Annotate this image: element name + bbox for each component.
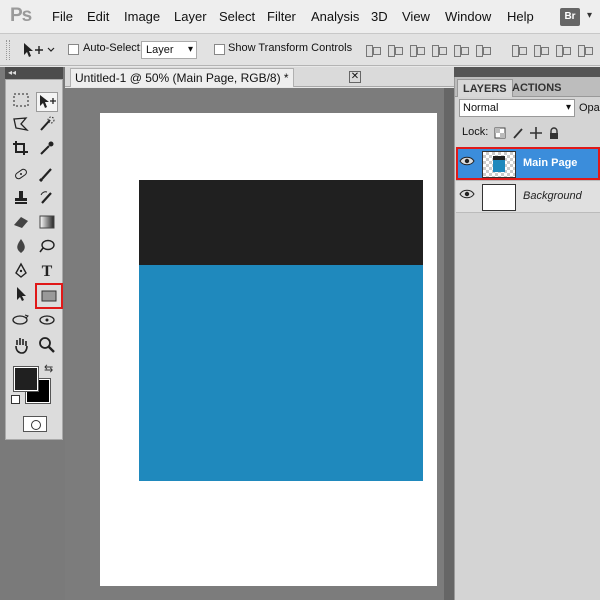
show-transform-label: Show Transform Controls [228, 42, 353, 54]
menu-window[interactable]: Window [445, 9, 491, 24]
opacity-label: Opac [579, 102, 600, 114]
toolbox: T ⇆ [5, 79, 63, 440]
toolbox-collapse-icon[interactable]: ◂◂ [5, 67, 63, 79]
lock-label: Lock: [462, 126, 489, 138]
quick-mask-icon[interactable] [23, 416, 47, 432]
blur-icon[interactable] [10, 238, 32, 258]
document-tab-title: Untitled-1 @ 50% (Main Page, RGB/8) * [75, 71, 289, 85]
chevron-down-icon[interactable]: ▾ [587, 10, 600, 24]
align-bottom-icon[interactable] [408, 42, 426, 58]
lock-all-icon[interactable] [548, 127, 560, 139]
align-top-icon[interactable] [364, 42, 382, 58]
rectangle-tool-highlight [35, 283, 63, 309]
menu-view[interactable]: View [402, 9, 430, 24]
tab-layers[interactable]: LAYERS [457, 79, 513, 97]
path-selection-icon[interactable] [10, 286, 32, 306]
brush-icon[interactable] [36, 166, 58, 186]
menu-help[interactable]: Help [507, 9, 534, 24]
auto-select-label: Auto-Select: [83, 42, 143, 54]
eraser-icon[interactable] [10, 214, 32, 234]
align-icons-group [364, 42, 492, 58]
3d-rotate-icon[interactable] [10, 312, 32, 332]
distribute-left-icon[interactable] [576, 42, 594, 58]
lock-transparent-icon[interactable] [494, 127, 506, 139]
distribute-icons-group [510, 42, 594, 58]
gradient-icon[interactable] [36, 214, 58, 234]
foreground-color-swatch[interactable] [13, 366, 39, 392]
clone-stamp-icon[interactable] [10, 190, 32, 210]
show-transform-checkbox[interactable] [214, 44, 225, 55]
layer-highlight-outline [456, 147, 600, 180]
crop-icon[interactable] [10, 140, 32, 160]
layer-thumbnail [482, 184, 516, 211]
menu-image[interactable]: Image [124, 9, 160, 24]
menu-select[interactable]: Select [219, 9, 255, 24]
menu-edit[interactable]: Edit [87, 9, 109, 24]
bridge-button[interactable]: Br [560, 8, 580, 26]
hand-icon[interactable] [10, 336, 32, 356]
pen-icon[interactable] [10, 262, 32, 282]
dodge-icon[interactable] [36, 238, 58, 258]
align-vcenter-icon[interactable] [386, 42, 404, 58]
menu-layer[interactable]: Layer [174, 9, 207, 24]
distribute-top-icon[interactable] [510, 42, 528, 58]
visibility-eye-icon[interactable] [459, 187, 475, 205]
menu-3d[interactable]: 3D [371, 9, 388, 24]
default-colors-icon[interactable] [11, 395, 20, 404]
zoom-icon[interactable] [36, 336, 58, 356]
align-right-icon[interactable] [474, 42, 492, 58]
panel-tabs: LAYERS ACTIONS [455, 77, 600, 97]
tab-actions[interactable]: ACTIONS [507, 79, 567, 97]
move-icon[interactable] [36, 92, 58, 112]
document-tab[interactable]: Untitled-1 @ 50% (Main Page, RGB/8) * [70, 68, 294, 87]
auto-select-dropdown[interactable]: Layer [141, 41, 197, 59]
photoshop-logo-icon: Ps [10, 5, 32, 26]
lock-position-icon[interactable] [530, 127, 542, 139]
lock-pixels-icon[interactable] [512, 127, 524, 139]
swap-colors-icon[interactable]: ⇆ [44, 362, 53, 375]
menu-file[interactable]: File [52, 9, 73, 24]
close-icon[interactable]: ✕ [349, 71, 361, 83]
layer-row-background[interactable]: Background [456, 180, 600, 213]
document-tab-bar: Untitled-1 @ 50% (Main Page, RGB/8) * ✕ [65, 67, 454, 87]
move-tool-preset-icon[interactable] [18, 39, 58, 61]
panel-title-strip [454, 67, 600, 77]
align-hcenter-icon[interactable] [452, 42, 470, 58]
menu-filter[interactable]: Filter [267, 9, 296, 24]
eyedropper-icon[interactable] [36, 140, 58, 160]
vertical-scrollbar[interactable] [444, 88, 454, 600]
auto-select-checkbox[interactable] [68, 44, 79, 55]
distribute-bottom-icon[interactable] [554, 42, 572, 58]
distribute-vcenter-icon[interactable] [532, 42, 550, 58]
grip-icon[interactable] [6, 40, 10, 60]
align-left-icon[interactable] [430, 42, 448, 58]
3d-orbit-icon[interactable] [36, 312, 58, 332]
body-rectangle[interactable] [139, 265, 423, 481]
history-brush-icon[interactable] [36, 190, 58, 210]
menu-analysis[interactable]: Analysis [311, 9, 359, 24]
quick-selection-icon[interactable] [36, 116, 58, 136]
type-icon[interactable]: T [36, 262, 58, 282]
layer-name[interactable]: Background [523, 190, 582, 202]
blend-mode-dropdown[interactable]: Normal [459, 99, 575, 117]
spot-healing-icon[interactable] [10, 166, 32, 186]
lasso-icon[interactable] [10, 116, 32, 136]
options-bar: Auto-Select: Layer Show Transform Contro… [0, 34, 600, 66]
header-rectangle[interactable] [139, 180, 423, 265]
menu-bar: Ps File Edit Image Layer Select Filter A… [0, 0, 600, 34]
rectangular-marquee-icon[interactable] [10, 92, 32, 112]
